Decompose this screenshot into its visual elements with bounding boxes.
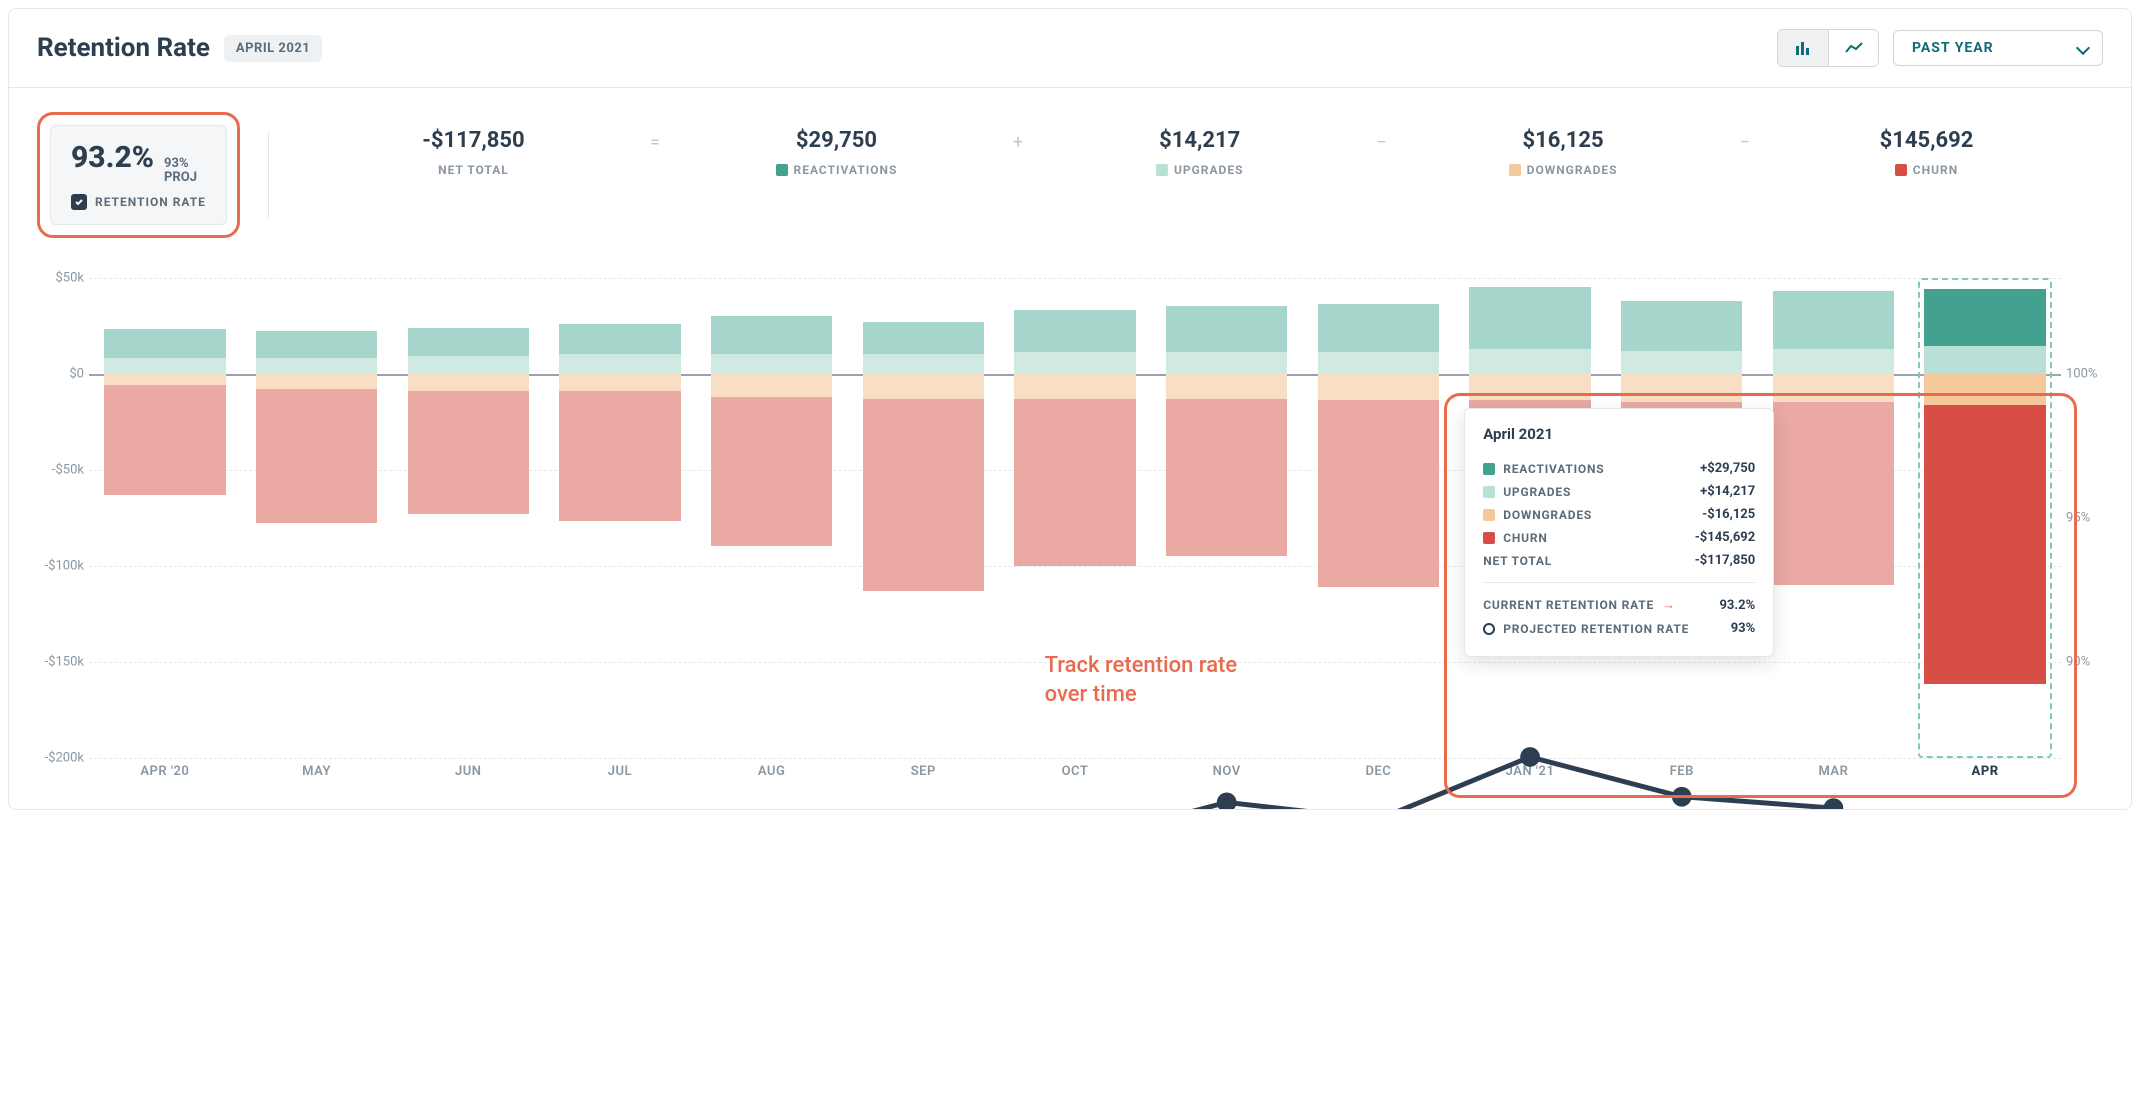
header-left: Retention Rate APRIL 2021	[37, 33, 322, 63]
x-tick: APR	[1909, 764, 2061, 779]
annotation-text: Track retention rate over time	[1045, 652, 1238, 709]
x-tick: JUL	[544, 764, 696, 779]
x-tick: MAY	[241, 764, 393, 779]
upg-swatch	[1156, 164, 1168, 176]
line-chart-icon	[1845, 42, 1863, 54]
kpi-highlight-box: 93.2% 93% PROJ RETENTION RATE	[37, 112, 240, 238]
kpi-value: 93.2%	[71, 140, 154, 175]
bar-col[interactable]	[241, 278, 393, 758]
period-badge: APRIL 2021	[224, 35, 322, 62]
x-tick: JAN '21	[1454, 764, 1606, 779]
bar-col[interactable]	[696, 278, 848, 758]
circle-icon	[1483, 623, 1495, 635]
y-axis-right: 100%95%90%	[2066, 278, 2116, 758]
bar-col[interactable]	[392, 278, 544, 758]
x-tick: JUN	[392, 764, 544, 779]
bar-col[interactable]	[1909, 278, 2061, 758]
arrow-icon: →	[1662, 597, 1675, 613]
kpi-row: 93.2% 93% PROJ RETENTION RATE -$117,850	[9, 88, 2131, 248]
chart-type-toggle	[1777, 29, 1879, 67]
metric-react: $29,750 REACTIVATIONS	[660, 128, 1013, 177]
x-tick: NOV	[1151, 764, 1303, 779]
header: Retention Rate APRIL 2021 PAST YEAR	[9, 9, 2131, 88]
x-tick: SEP	[847, 764, 999, 779]
x-tick: MAR	[1758, 764, 1910, 779]
header-right: PAST YEAR	[1777, 29, 2103, 67]
op-plus: +	[1013, 128, 1023, 153]
chart-area: $50k$0-$50k-$100k-$150k-$200k 100%95%90%…	[9, 248, 2131, 809]
date-range-label: PAST YEAR	[1912, 40, 1994, 56]
line-chart-toggle[interactable]	[1828, 30, 1878, 66]
op-minus-1: −	[1376, 128, 1386, 153]
x-tick: APR '20	[89, 764, 241, 779]
chart[interactable]: $50k$0-$50k-$100k-$150k-$200k 100%95%90%…	[89, 278, 2061, 758]
divider	[268, 132, 269, 218]
bar-col[interactable]	[1758, 278, 1910, 758]
tooltip-title: April 2021	[1483, 425, 1755, 443]
x-tick: AUG	[696, 764, 848, 779]
metric-down: $16,125 DOWNGRADES	[1387, 128, 1740, 177]
kpi-label: RETENTION RATE	[95, 195, 206, 209]
op-minus-2: −	[1740, 128, 1750, 153]
down-swatch	[1509, 164, 1521, 176]
kpi-projection: 93% PROJ	[164, 157, 197, 186]
metric-churn: $145,692 CHURN	[1750, 128, 2103, 177]
bar-col[interactable]	[89, 278, 241, 758]
x-tick: OCT	[999, 764, 1151, 779]
retention-card: Retention Rate APRIL 2021 PAST YEAR 93.2…	[8, 8, 2132, 810]
metrics: -$117,850 NET TOTAL = $29,750 REACTIVATI…	[297, 112, 2103, 238]
page-title: Retention Rate	[37, 33, 210, 63]
metric-net: -$117,850 NET TOTAL	[297, 128, 650, 177]
bar-col[interactable]	[847, 278, 999, 758]
bar-col[interactable]	[544, 278, 696, 758]
bar-chart-toggle[interactable]	[1778, 30, 1828, 66]
op-equals: =	[650, 128, 660, 153]
chart-tooltip: April 2021 REACTIVATIONS+$29,750UPGRADES…	[1464, 408, 1774, 657]
y-axis-left: $50k$0-$50k-$100k-$150k-$200k	[29, 278, 84, 758]
x-axis: APR '20MAYJUNJULAUGSEPOCTNOVDECJAN '21FE…	[89, 764, 2061, 779]
retention-checkbox[interactable]	[71, 194, 87, 210]
churn-swatch	[1895, 164, 1907, 176]
react-swatch	[776, 164, 788, 176]
bar-chart-icon	[1795, 41, 1811, 55]
x-tick: FEB	[1606, 764, 1758, 779]
x-tick: DEC	[1303, 764, 1455, 779]
date-range-dropdown[interactable]: PAST YEAR	[1893, 30, 2103, 66]
kpi-card[interactable]: 93.2% 93% PROJ RETENTION RATE	[50, 125, 227, 225]
metric-upg: $14,217 UPGRADES	[1023, 128, 1376, 177]
bar-col[interactable]	[1303, 278, 1455, 758]
